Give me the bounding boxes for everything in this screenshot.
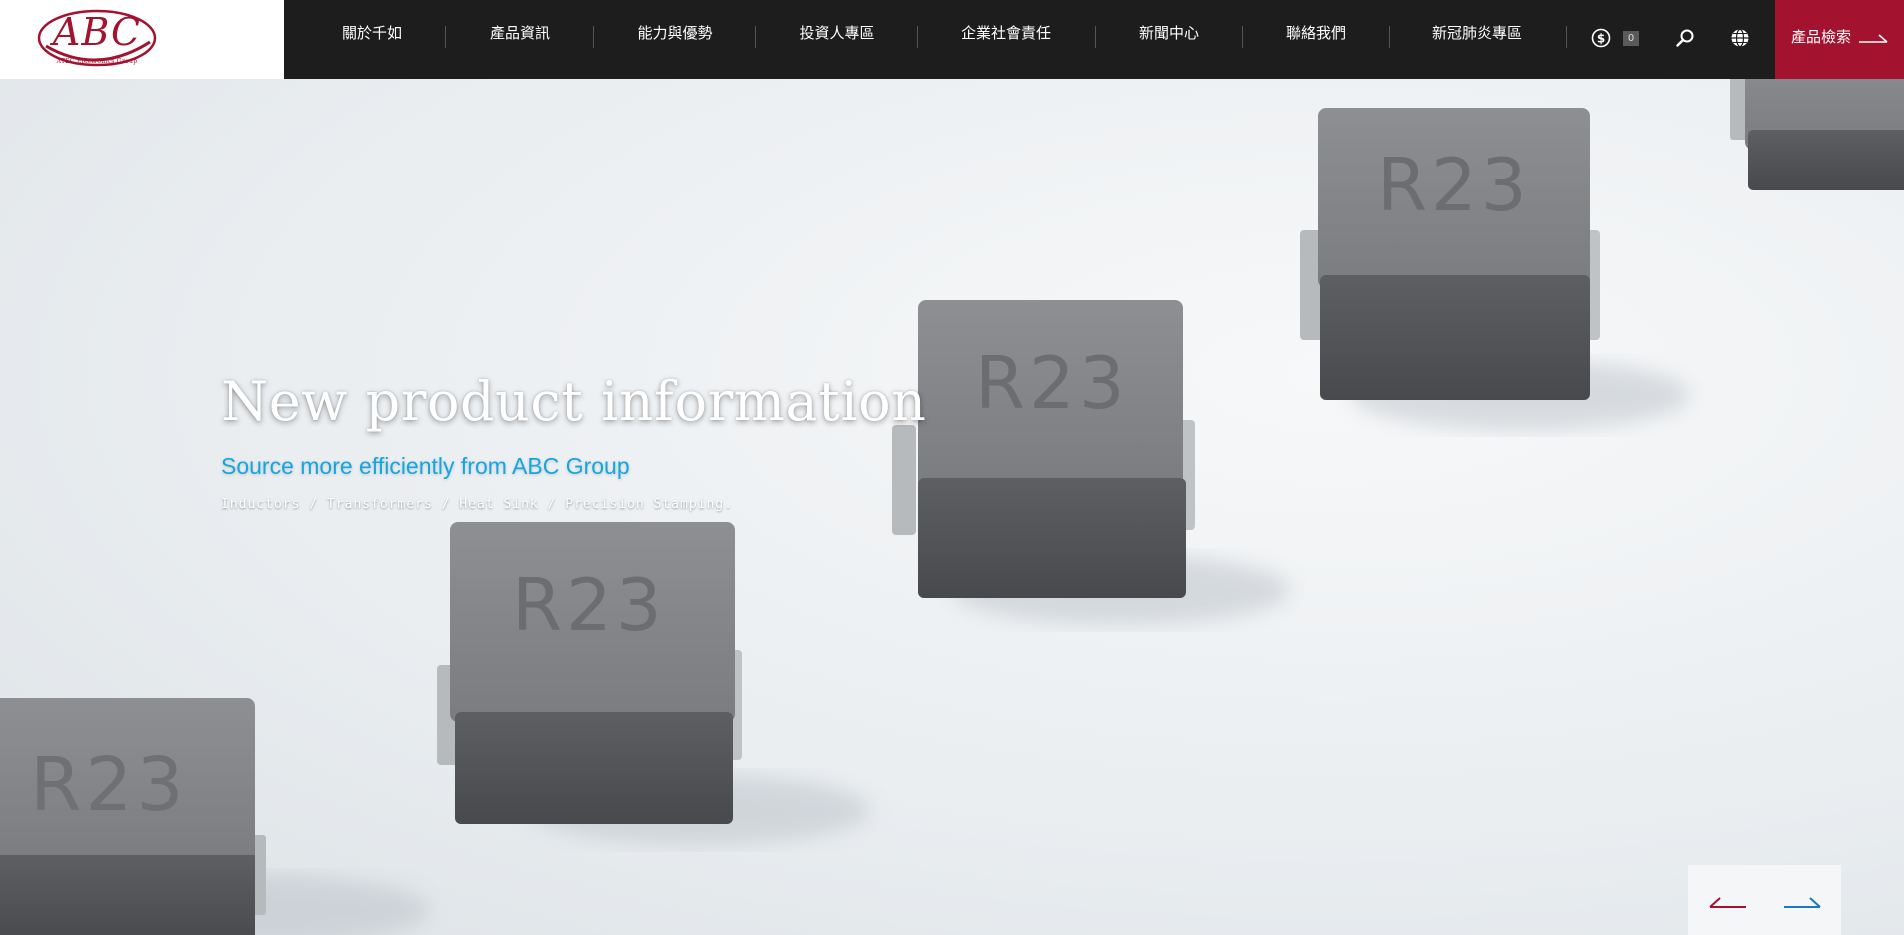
inductor-chip: R23 — [892, 300, 1195, 598]
nav-investors[interactable]: 投資人專區 — [799, 0, 875, 79]
hero-subtitle: Source more efficiently from ABC Group — [221, 453, 630, 479]
svg-text:$: $ — [1597, 32, 1605, 46]
arrow-right-icon — [1859, 34, 1888, 43]
nav-contact[interactable]: 聯絡我們 — [1286, 0, 1346, 79]
nav-divider — [1095, 26, 1096, 48]
nav-divider — [1389, 26, 1390, 48]
inductor-chip: R23 — [437, 522, 742, 824]
search-icon[interactable] — [1675, 28, 1697, 50]
svg-text:R23: R23 — [30, 742, 188, 828]
hero-description: Inductors / Transformers / Heat Sink / P… — [221, 497, 733, 512]
globe-icon[interactable] — [1730, 28, 1752, 50]
nav-divider — [445, 26, 446, 48]
hero-title: New product information — [221, 370, 927, 433]
logo-text: ABC — [52, 10, 142, 54]
company-logo[interactable]: ABC ATEC Electronics Group — [36, 6, 158, 72]
product-search-label: 產品檢索 — [1791, 28, 1852, 46]
inquiry-count-badge[interactable]: 0 — [1623, 31, 1639, 46]
svg-text:R23: R23 — [1377, 143, 1531, 227]
nav-covid[interactable]: 新冠肺炎專區 — [1432, 0, 1522, 79]
product-search-button[interactable]: 產品檢索 — [1775, 0, 1904, 79]
svg-text:R23: R23 — [975, 341, 1129, 425]
arrow-right-icon[interactable] — [1782, 894, 1822, 908]
nav-divider — [593, 26, 594, 48]
nav-csr[interactable]: 企業社會責任 — [961, 0, 1051, 79]
nav-products[interactable]: 產品資訊 — [489, 0, 551, 79]
inductor-chip: R23 — [0, 698, 266, 935]
logo-subtitle: ATEC Electronics Group — [56, 58, 138, 65]
nav-divider — [1566, 26, 1567, 48]
nav-capabilities[interactable]: 能力與優勢 — [637, 0, 713, 79]
slider-controls — [1688, 865, 1841, 935]
nav-divider — [917, 26, 918, 48]
arrow-left-icon[interactable] — [1708, 894, 1748, 908]
nav-news[interactable]: 新聞中心 — [1139, 0, 1199, 79]
inductor-chip: R23 — [1300, 108, 1600, 400]
dollar-icon[interactable]: $ — [1591, 28, 1613, 50]
svg-text:R23: R23 — [512, 563, 666, 647]
nav-divider — [755, 26, 756, 48]
nav-about[interactable]: 關於千如 — [342, 0, 402, 79]
logo-area: ABC ATEC Electronics Group — [0, 0, 284, 79]
nav-divider — [1242, 26, 1243, 48]
